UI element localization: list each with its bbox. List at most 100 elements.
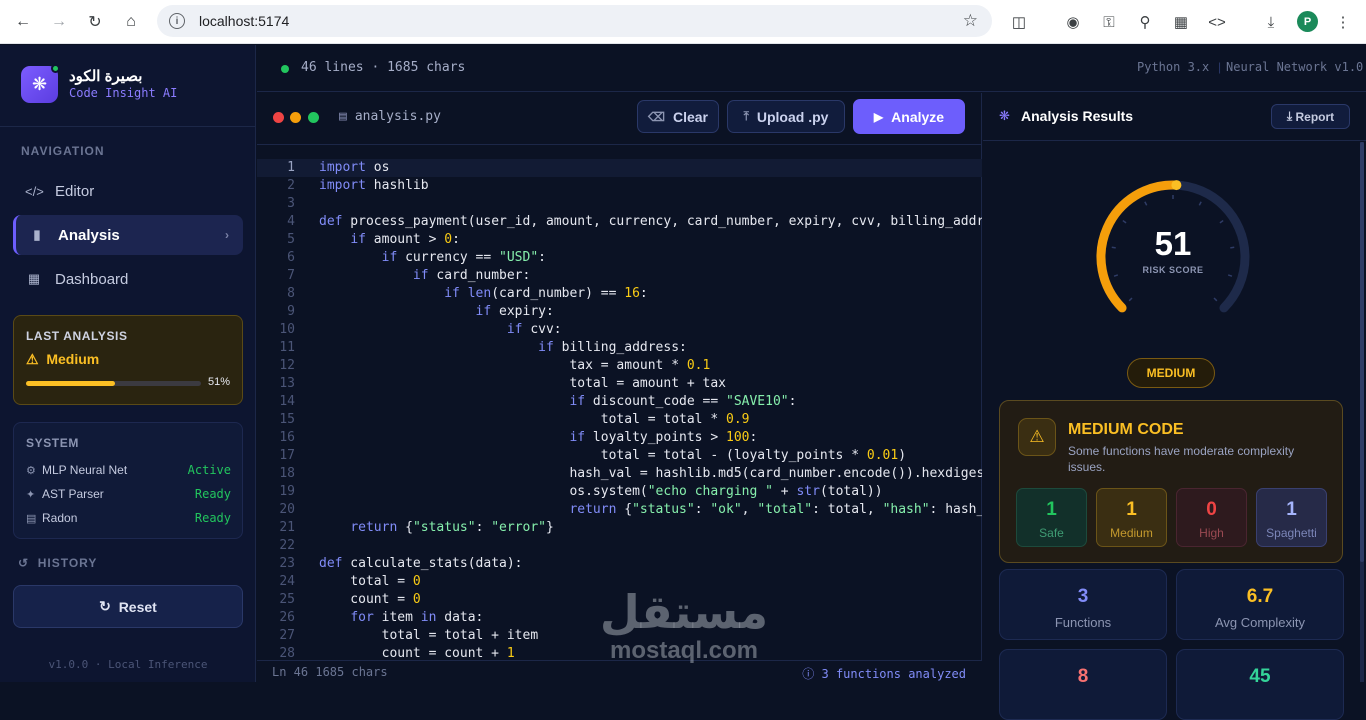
key-icon[interactable]: ⚿ xyxy=(1098,11,1120,33)
site-info-icon[interactable]: i xyxy=(169,13,185,29)
system-row: ▤ Radon Ready xyxy=(26,511,231,529)
code-line: 3 xyxy=(287,196,295,211)
extensions-icon[interactable]: ◫ xyxy=(1008,11,1030,33)
profile-avatar[interactable]: P xyxy=(1297,11,1318,32)
code-area[interactable]: 1 import os 2 import hashlib 3 4 def proces… xyxy=(257,159,982,659)
qr-code-icon[interactable]: ▦ xyxy=(1170,11,1192,33)
functions-metric: 3 Functions xyxy=(999,569,1167,640)
code-line: 10 if cvv: xyxy=(279,322,562,337)
sidebar-item-label: Dashboard xyxy=(55,270,129,288)
safe-chip: 1 Safe xyxy=(1016,488,1087,547)
gauge-tick xyxy=(1122,219,1127,224)
progress-fill xyxy=(26,381,116,386)
high-count: 0 xyxy=(1206,499,1217,520)
metric-value: 8 xyxy=(1077,666,1089,687)
history-label: ↺ HISTORY xyxy=(18,556,97,570)
url-text[interactable]: localhost:5174 xyxy=(199,13,289,29)
status-dot xyxy=(281,65,289,73)
spaghetti-chip: 1 Spaghetti xyxy=(1256,488,1327,547)
report-button[interactable]: ⤓ Report xyxy=(1271,104,1350,129)
bookmark-star-icon[interactable]: ☆ xyxy=(963,11,978,31)
code-line: 25 count = 0 xyxy=(279,592,421,607)
code-line: 4 def process_payment(user_id, amount, cu… xyxy=(287,214,982,229)
code-line: 22 xyxy=(279,538,295,553)
code-line: 21 return {"status": "error"} xyxy=(279,520,554,535)
code-icon: </> xyxy=(25,183,44,199)
code-line: 24 total = 0 xyxy=(279,574,421,589)
sidebar: ❋ بصيرة الكود Code Insight AI NAVIGATION… xyxy=(0,45,256,682)
gauge-tick xyxy=(1113,274,1119,277)
system-row-status: Ready xyxy=(194,487,231,501)
code-line: 15 total = total * 0.9 xyxy=(279,412,750,427)
history-icon: ↺ xyxy=(18,556,30,570)
sidebar-item-editor[interactable]: </> Editor xyxy=(13,171,243,211)
high-chip: 0 High xyxy=(1176,488,1247,547)
metric-label: Functions xyxy=(1054,615,1112,630)
reload-icon[interactable]: ↻ xyxy=(84,11,106,33)
editor-topbar: 46 lines · 1685 chars Python 3.x | Neura… xyxy=(257,45,1366,92)
clear-button[interactable]: ⌫ Clear xyxy=(637,100,719,133)
cursor-info: Ln 46 1685 chars xyxy=(272,665,388,679)
gauge-tick xyxy=(1213,297,1218,302)
upload-label: Upload .py xyxy=(756,108,829,125)
code-line: 20 return {"status": "ok", "total": tota… xyxy=(279,502,982,517)
gauge-tick xyxy=(1219,219,1224,224)
history-label-text: HISTORY xyxy=(37,556,98,570)
system-card: SYSTEM ⚙ MLP Neural Net Active ✦ AST Parse… xyxy=(13,422,243,539)
brand: ❋ بصيرة الكود Code Insight AI xyxy=(0,45,255,127)
system-row: ⚙ MLP Neural Net Active xyxy=(26,463,231,481)
high-label: High xyxy=(1199,526,1224,540)
back-icon[interactable]: ← xyxy=(12,11,34,33)
window-dot-green xyxy=(308,112,319,123)
address-bar[interactable]: i localhost:5174 ☆ xyxy=(157,5,992,37)
sidebar-item-label: Analysis xyxy=(58,226,120,244)
bar-chart-icon: ▮ xyxy=(33,227,41,242)
devtools-icon[interactable]: <> xyxy=(1206,11,1228,33)
info-icon: ⓘ xyxy=(802,667,815,681)
brand-name-en: Code Insight AI xyxy=(69,86,178,100)
last-analysis-title: LAST ANALYSIS xyxy=(26,329,128,343)
system-row: ✦ AST Parser Ready xyxy=(26,487,231,505)
forward-icon[interactable]: → xyxy=(48,11,70,33)
upload-button[interactable]: ⤒ Upload .py xyxy=(727,100,845,133)
last-analysis-percent: 51% xyxy=(207,376,230,388)
sidebar-item-label: Editor xyxy=(55,182,95,200)
code-line: 7 if card_number: xyxy=(287,268,531,283)
medium-count: 1 xyxy=(1126,499,1137,520)
editor-footer: Ln 46 1685 chars ⓘ 3 functions analyzed xyxy=(257,660,982,682)
location-icon[interactable]: ⚲ xyxy=(1134,11,1156,33)
analysis-results-panel: ❋ Analysis Results ⤓ Report 51 RISK SCOR… xyxy=(983,93,1366,720)
code-line: 2 import hashlib xyxy=(287,178,429,193)
version-text: v1.0.0 · Local Inference xyxy=(48,658,208,671)
incognito-icon[interactable]: ◉ xyxy=(1062,11,1084,33)
last-analysis-level-text: Medium xyxy=(46,351,100,367)
clear-label: Clear xyxy=(672,108,708,125)
home-icon[interactable]: ⌂ xyxy=(120,11,142,33)
risk-score: 51 xyxy=(1154,225,1192,262)
menu-icon[interactable]: ⋮ xyxy=(1332,11,1354,33)
system-row-status: Active xyxy=(187,463,231,477)
python-version: Python 3.x xyxy=(1137,60,1210,74)
code-line: 8 if len(card_number) == 16: xyxy=(287,286,648,301)
divider: | xyxy=(1218,60,1222,74)
metric-value: 3 xyxy=(1077,586,1089,607)
scrollbar-thumb[interactable] xyxy=(1360,142,1364,562)
functions-analyzed: ⓘ 3 functions analyzed xyxy=(802,665,966,682)
analyze-button[interactable]: ▶ Analyze xyxy=(853,99,965,134)
code-line: 1 import os xyxy=(257,159,982,177)
gauge-tick xyxy=(1128,297,1133,302)
sidebar-item-dashboard[interactable]: ▦ Dashboard xyxy=(13,259,243,299)
code-line: 18 hash_val = hashlib.md5(card_number.en… xyxy=(279,466,982,481)
download-icon[interactable]: ⤓ xyxy=(1260,11,1282,33)
metric-label: Avg Complexity xyxy=(1214,615,1306,630)
bolt-icon: ✦ xyxy=(26,489,36,501)
code-line: 28 count = count + 1 xyxy=(279,646,515,659)
system-row-name: Radon xyxy=(42,511,78,525)
gauge-tick xyxy=(1144,201,1148,206)
results-title: Analysis Results xyxy=(1021,108,1134,124)
file-name: ▤ analysis.py xyxy=(339,109,441,124)
reset-button[interactable]: ↻ Reset xyxy=(13,585,243,628)
sidebar-item-analysis[interactable]: ▮ Analysis › xyxy=(13,215,243,255)
risk-level-badge: MEDIUM xyxy=(1127,358,1215,388)
code-line: 5 if amount > 0: xyxy=(287,232,460,247)
